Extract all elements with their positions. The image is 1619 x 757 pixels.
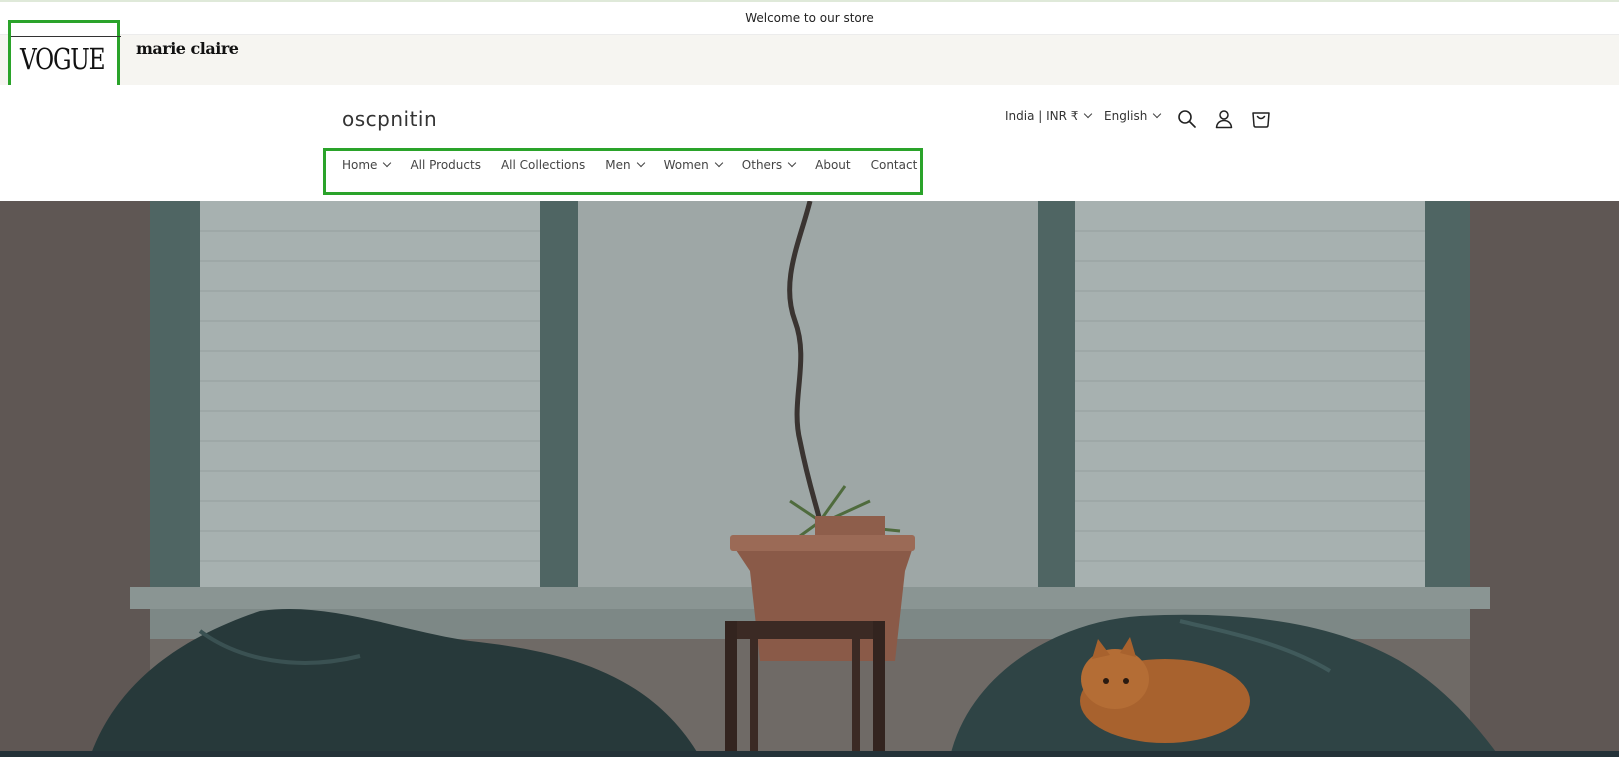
- account-icon[interactable]: [1213, 108, 1235, 130]
- nav-item-label: All Products: [410, 158, 481, 172]
- nav-item-others[interactable]: Others: [741, 158, 797, 172]
- language-selector-label: English: [1104, 109, 1148, 123]
- nav-item-label: Women: [663, 158, 709, 172]
- country-selector-label: India | INR ₹: [1005, 109, 1079, 123]
- nav-item-home[interactable]: Home: [342, 158, 392, 172]
- hero-banner: [0, 201, 1619, 757]
- nav-item-all-products[interactable]: All Products: [410, 158, 481, 172]
- chevron-down-icon: [787, 158, 797, 168]
- chevron-down-icon: [1153, 109, 1162, 119]
- search-icon[interactable]: [1176, 108, 1198, 130]
- nav-item-label: Men: [605, 158, 631, 172]
- nav-item-women[interactable]: Women: [663, 158, 724, 172]
- shop-name-link[interactable]: oscpnitin: [342, 107, 437, 131]
- announcement-bar: Welcome to our store: [0, 2, 1619, 35]
- announcement-text: Welcome to our store: [745, 11, 874, 25]
- nav-item-about[interactable]: About: [815, 158, 850, 172]
- hero-image: [0, 201, 1619, 757]
- vogue-logo-highlight: VOGUE: [8, 20, 121, 88]
- nav-item-men[interactable]: Men: [605, 158, 645, 172]
- main-navigation: Home All Products All Collections Men Wo…: [342, 158, 937, 172]
- nav-item-label: All Collections: [500, 158, 586, 172]
- nav-item-label: About: [815, 158, 851, 172]
- nav-item-label: Others: [741, 158, 783, 172]
- marie-claire-logo: marie claire: [136, 39, 239, 58]
- brand-logo-band: [0, 35, 1619, 85]
- country-selector[interactable]: India | INR ₹: [1005, 109, 1093, 123]
- chevron-down-icon: [1084, 109, 1093, 119]
- cart-icon[interactable]: [1250, 108, 1272, 130]
- language-selector[interactable]: English: [1104, 109, 1162, 123]
- nav-item-label: Home: [342, 158, 378, 172]
- chevron-down-icon: [383, 158, 392, 168]
- chevron-down-icon: [714, 158, 724, 168]
- vogue-logo-rule: [11, 36, 121, 37]
- nav-item-all-collections[interactable]: All Collections: [501, 158, 585, 172]
- nav-item-label: Contact: [870, 158, 918, 172]
- chevron-down-icon: [636, 158, 645, 168]
- vogue-logo: VOGUE: [20, 42, 106, 76]
- nav-item-contact[interactable]: Contact: [871, 158, 918, 172]
